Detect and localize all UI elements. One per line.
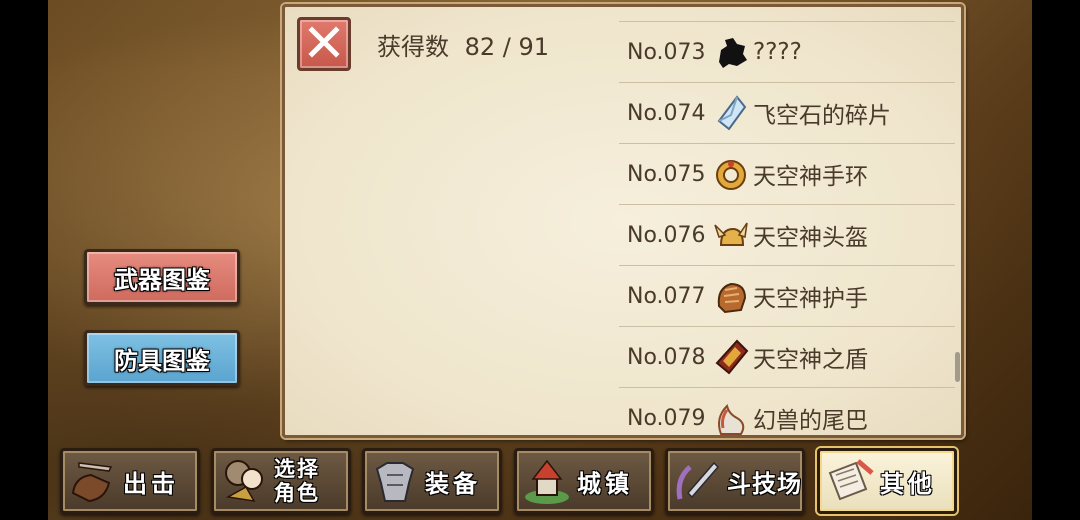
list-item[interactable]: No.076 天空神头盔 [619,204,955,265]
nav-character-select-label-line2: 角色 [274,481,320,505]
nav-town-button[interactable]: 城镇 [514,448,654,514]
nav-other-button[interactable]: 其他 [817,448,957,514]
shield-icon [711,337,751,377]
list-item[interactable]: No.074 飞空石的碎片 [619,82,955,143]
codex-panel: 获得数 82 / 91 No.073 ???? No.074 飞空石的碎片 No… [282,4,964,438]
winged-helmet-icon [711,215,751,255]
nav-sortie-label: 出击 [123,469,179,498]
nav-character-select-label: 选择 角色 [274,457,320,505]
nav-town-label: 城镇 [577,469,633,498]
item-number: No.077 [627,283,706,309]
list-item[interactable]: No.079 幻兽的尾巴 [619,387,955,435]
close-icon [308,26,340,62]
nav-other-label: 其他 [880,469,936,498]
list-item[interactable]: No.075 天空神手环 [619,143,955,204]
list-scrollbar[interactable] [955,352,960,382]
bottom-nav: 出击 选择 角色 装备 城镇 斗技场 其他 [0,444,1080,520]
item-number: No.079 [627,405,706,431]
weapon-codex-button[interactable]: 武器图鉴 [84,249,240,305]
armor-equip-icon [365,451,425,511]
nav-equipment-button[interactable]: 装备 [362,448,502,514]
list-item[interactable]: No.077 天空神护手 [619,265,955,326]
nav-character-select-button[interactable]: 选择 角色 [211,448,351,514]
bracelet-icon [711,154,751,194]
nav-arena-button[interactable]: 斗技场 [665,448,805,514]
sortie-icon [63,451,123,511]
item-number: No.074 [627,100,706,126]
unknown-silhouette-icon [711,32,751,72]
character-select-icon [214,451,274,511]
item-name: 幻兽的尾巴 [753,408,868,434]
armor-codex-button[interactable]: 防具图鉴 [84,330,240,386]
list-item[interactable]: No.078 天空神之盾 [619,326,955,387]
item-number: No.076 [627,222,706,248]
close-button[interactable] [297,17,351,71]
item-name: 天空神手环 [753,164,868,190]
obtained-count: 获得数 82 / 91 [377,27,549,62]
obtained-count-label: 获得数 [377,33,449,61]
crystal-shard-icon [711,93,751,133]
town-icon [517,451,577,511]
item-list[interactable]: No.073 ???? No.074 飞空石的碎片 No.075 天空神手环 N… [619,21,955,435]
item-number: No.078 [627,344,706,370]
beast-tail-icon [711,398,751,435]
nav-arena-label: 斗技场 [727,469,802,498]
nav-character-select-label-line1: 选择 [274,457,320,481]
item-number: No.075 [627,161,706,187]
other-scroll-icon [820,451,880,511]
item-number: No.073 [627,39,706,65]
item-name: 天空神头盔 [753,225,868,251]
obtained-count-value: 82 / 91 [464,33,550,61]
list-item[interactable]: No.073 ???? [619,21,955,82]
item-name: 飞空石的碎片 [753,103,891,129]
gauntlet-icon [711,276,751,316]
item-name: 天空神之盾 [753,347,868,373]
nav-equipment-label: 装备 [425,469,481,498]
item-name: ???? [753,39,802,65]
arena-sword-icon [668,451,727,511]
nav-sortie-button[interactable]: 出击 [60,448,200,514]
item-name: 天空神护手 [753,286,868,312]
